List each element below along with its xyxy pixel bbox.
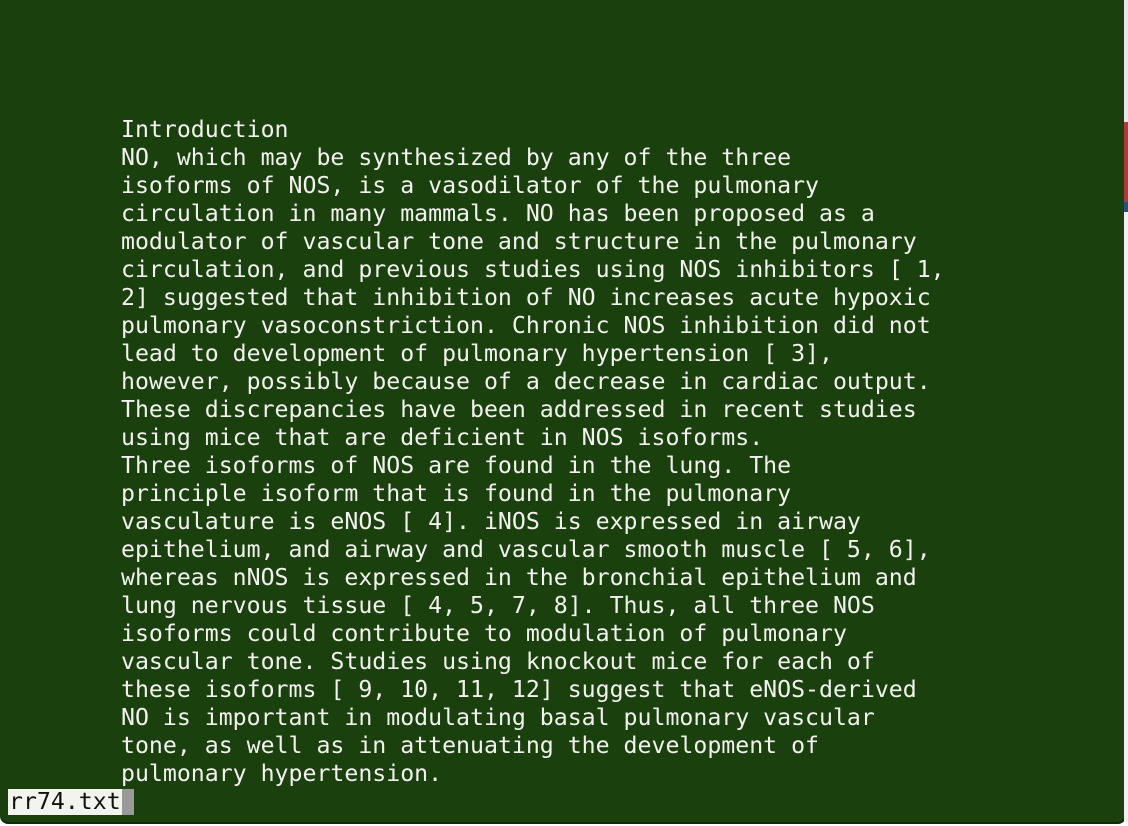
document-line: These discrepancies have been addressed … (121, 396, 917, 423)
document-line: using mice that are deficient in NOS iso… (121, 424, 764, 451)
document-line: Three isoforms of NOS are found in the l… (121, 452, 792, 479)
document-line: Introduction (121, 116, 289, 143)
background-window-edge (1124, 212, 1128, 822)
document-line: principle isoform that is found in the p… (121, 480, 792, 507)
document-line: however, possibly because of a decrease … (121, 368, 931, 395)
document-line: pulmonary hypertension. (121, 760, 443, 787)
document-line: these isoforms [ 9, 10, 11, 12] suggest … (121, 676, 917, 703)
file-name-label: rr74.txt (8, 788, 122, 815)
status-line: rr74.txt (8, 789, 134, 815)
background-window-edge (1124, 202, 1128, 212)
document-line: whereas nNOS is expressed in the bronchi… (121, 564, 917, 591)
document-line: tone, as well as in attenuating the deve… (121, 732, 820, 759)
document-line: modulator of vascular tone and structure… (121, 228, 917, 255)
document-line: circulation, and previous studies using … (121, 256, 945, 283)
document-line: vasculature is eNOS [ 4]. iNOS is expres… (121, 508, 861, 535)
document-line: lead to development of pulmonary hyperte… (121, 340, 833, 367)
document-line: epithelium, and airway and vascular smoo… (121, 536, 931, 563)
document-line: pulmonary vasoconstriction. Chronic NOS … (121, 312, 931, 339)
document-text: Introduction NO, which may be synthesized… (121, 116, 945, 788)
document-line: NO, which may be synthesized by any of t… (121, 144, 792, 171)
terminal-window[interactable]: Introduction NO, which may be synthesized… (0, 0, 1126, 824)
document-line: NO is important in modulating basal pulm… (121, 704, 875, 731)
document-line: isoforms could contribute to modulation … (121, 620, 847, 647)
text-cursor (121, 789, 134, 815)
document-line: vascular tone. Studies using knockout mi… (121, 648, 875, 675)
document-line: 2] suggested that inhibition of NO incre… (121, 284, 931, 311)
background-window-edge (1124, 0, 1128, 122)
background-window-edge (1124, 122, 1128, 202)
document-line: circulation in many mammals. NO has been… (121, 200, 875, 227)
document-line: isoforms of NOS, is a vasodilator of the… (121, 172, 820, 199)
document-line: lung nervous tissue [ 4, 5, 7, 8]. Thus,… (121, 592, 875, 619)
